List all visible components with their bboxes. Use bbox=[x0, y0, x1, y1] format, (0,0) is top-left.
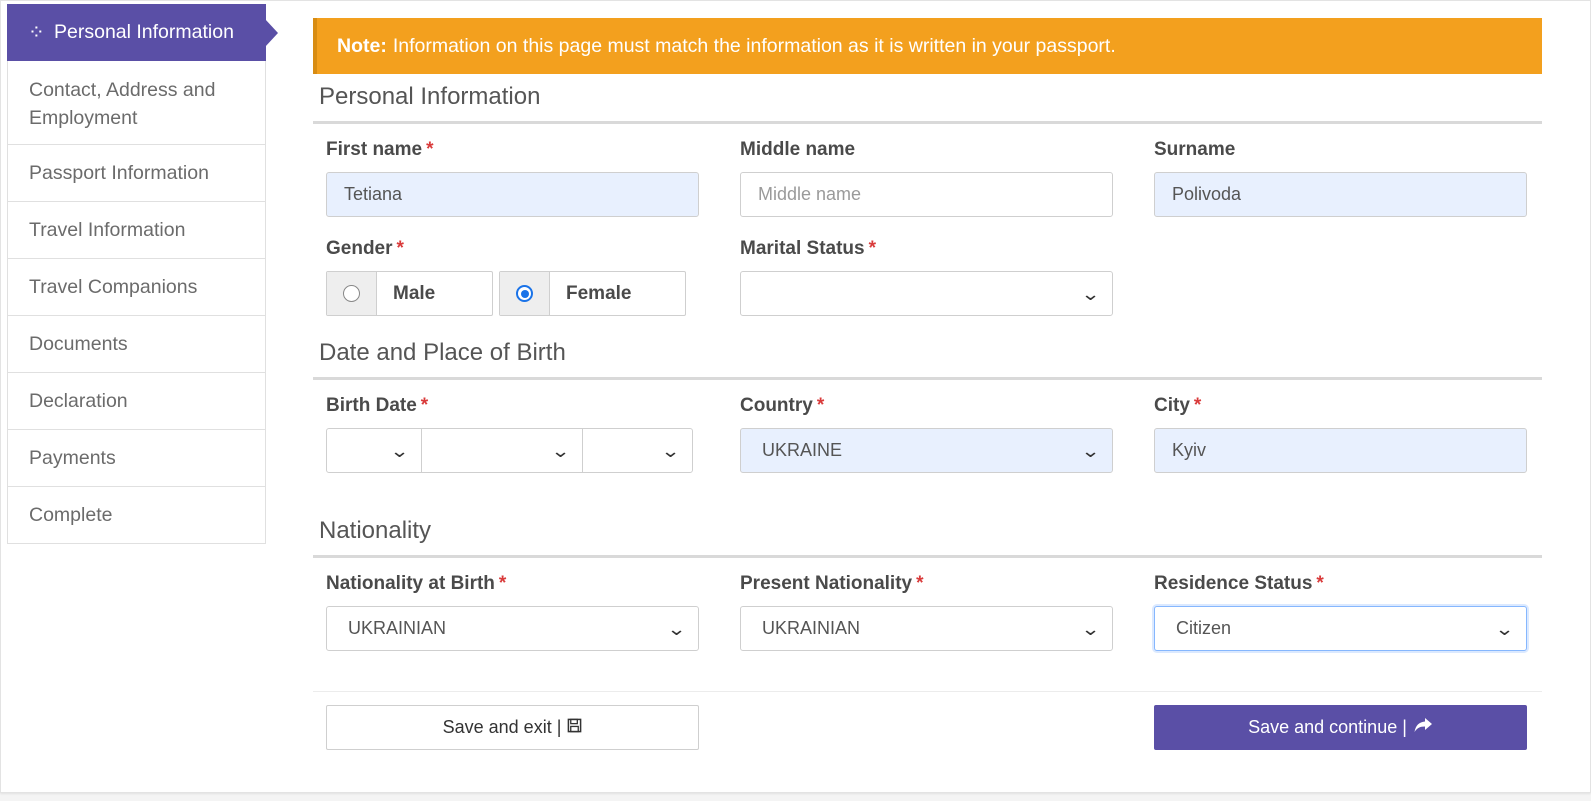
first-name-label: First name * bbox=[326, 139, 434, 160]
residence-status-label: Residence Status * bbox=[1154, 573, 1324, 594]
nationality-at-birth-value: UKRAINIAN bbox=[348, 618, 447, 638]
nationality-at-birth-select[interactable]: UKRAINIAN ⌄ bbox=[326, 606, 699, 651]
present-nationality-label: Present Nationality * bbox=[740, 573, 924, 594]
marital-status-select[interactable]: ⌄ bbox=[740, 271, 1113, 316]
chevron-down-icon: ⌄ bbox=[389, 441, 410, 461]
save-and-continue-button[interactable]: Save and continue | bbox=[1154, 705, 1527, 750]
present-nationality-select[interactable]: UKRAINIAN ⌄ bbox=[740, 606, 1113, 651]
save-and-exit-button[interactable]: Save and exit | bbox=[326, 705, 699, 750]
sidebar-item-label-line1: Contact, Address and bbox=[29, 78, 216, 101]
sidebar-item-contact-address-employment[interactable]: Contact, Address and Employment bbox=[7, 61, 266, 145]
required-marker: * bbox=[396, 238, 404, 259]
gender-label: Gender * bbox=[326, 238, 404, 259]
middle-name-label: Middle name bbox=[740, 139, 856, 160]
form-main: Note: Information on this page must matc… bbox=[313, 18, 1542, 758]
section-title-personal: Personal Information bbox=[313, 74, 1542, 124]
sidebar-item-complete[interactable]: Complete bbox=[7, 487, 266, 544]
radio-box bbox=[500, 272, 550, 315]
spinner-icon: ⁘ bbox=[28, 22, 45, 44]
step-sidebar: ⁘ Personal Information Contact, Address … bbox=[7, 4, 278, 544]
section-title-birth: Date and Place of Birth bbox=[313, 330, 1542, 380]
surname-label: Surname bbox=[1154, 139, 1236, 160]
personal-fields: First name * Tetiana Middle name Middle n… bbox=[313, 124, 1542, 330]
required-marker: * bbox=[420, 395, 429, 416]
birth-date-label: Birth Date * bbox=[326, 395, 429, 416]
gender-option-female[interactable]: Female bbox=[499, 271, 686, 316]
residence-status-select[interactable]: Citizen ⌄ bbox=[1154, 606, 1527, 651]
required-marker: * bbox=[916, 573, 924, 594]
birth-fields: Birth Date * ⌄ ⌄ ⌄ Country * UKRAINE ⌄ Cit… bbox=[313, 380, 1542, 508]
chevron-down-icon: ⌄ bbox=[1080, 284, 1101, 304]
gender-male-label: Male bbox=[393, 282, 436, 304]
radio-box bbox=[327, 272, 377, 315]
sidebar-item-travel-companions[interactable]: Travel Companions bbox=[7, 259, 266, 316]
present-nationality-value: UKRAINIAN bbox=[762, 618, 861, 638]
required-marker: * bbox=[1316, 573, 1324, 594]
sidebar-item-label: Passport Information bbox=[29, 161, 209, 184]
save-and-exit-label: Save and exit | bbox=[442, 717, 562, 737]
residence-status-value: Citizen bbox=[1176, 618, 1232, 638]
country-select[interactable]: UKRAINE ⌄ bbox=[740, 428, 1113, 473]
note-prefix: Note: bbox=[337, 34, 387, 57]
chevron-down-icon: ⌄ bbox=[1494, 619, 1515, 639]
sidebar-item-personal-information[interactable]: ⁘ Personal Information bbox=[7, 4, 278, 61]
gender-female-label: Female bbox=[566, 282, 632, 304]
city-label: City * bbox=[1154, 395, 1202, 416]
gender-option-male[interactable]: Male bbox=[326, 271, 493, 316]
sidebar-item-label: Travel Information bbox=[29, 218, 186, 241]
nationality-fields: Nationality at Birth * UKRAINIAN ⌄ Presen… bbox=[313, 558, 1542, 758]
city-input[interactable]: Kyiv bbox=[1154, 428, 1527, 473]
chevron-down-icon: ⌄ bbox=[666, 619, 687, 639]
surname-input[interactable]: Polivoda bbox=[1154, 172, 1527, 217]
middle-name-input[interactable]: Middle name bbox=[740, 172, 1113, 217]
sidebar-item-label: Documents bbox=[29, 332, 128, 355]
country-label: Country * bbox=[740, 395, 825, 416]
sidebar-item-label: Contact, Address and Employment bbox=[29, 76, 215, 132]
sidebar-item-declaration[interactable]: Declaration bbox=[7, 373, 266, 430]
application-form-page: ⁘ Personal Information Contact, Address … bbox=[0, 0, 1591, 793]
country-value: UKRAINE bbox=[762, 440, 843, 460]
passport-note-banner: Note: Information on this page must matc… bbox=[313, 18, 1542, 74]
sidebar-item-documents[interactable]: Documents bbox=[7, 316, 266, 373]
sidebar-item-payments[interactable]: Payments bbox=[7, 430, 266, 487]
chevron-down-icon: ⌄ bbox=[660, 441, 681, 461]
chevron-down-icon: ⌄ bbox=[550, 441, 571, 461]
sidebar-item-label: Payments bbox=[29, 446, 116, 469]
sidebar-item-passport-information[interactable]: Passport Information bbox=[7, 145, 266, 202]
required-marker: * bbox=[868, 238, 876, 259]
note-text: Information on this page must match the … bbox=[392, 34, 1116, 57]
birth-day-select[interactable]: ⌄ bbox=[326, 428, 422, 473]
required-marker: * bbox=[1193, 395, 1202, 416]
required-marker: * bbox=[498, 573, 507, 594]
actions-divider bbox=[313, 691, 1542, 692]
save-and-continue-label: Save and continue | bbox=[1248, 717, 1407, 737]
chevron-down-icon: ⌄ bbox=[1080, 619, 1101, 639]
birth-year-select[interactable]: ⌄ bbox=[582, 428, 693, 473]
sidebar-item-label: Declaration bbox=[29, 389, 128, 412]
chevron-down-icon: ⌄ bbox=[1080, 441, 1101, 461]
sidebar-item-label: Personal Information bbox=[54, 21, 234, 43]
sidebar-item-label-line2: Employment bbox=[29, 106, 138, 129]
share-arrow-icon bbox=[1413, 717, 1433, 738]
floppy-disk-icon bbox=[567, 718, 582, 738]
nationality-at-birth-label: Nationality at Birth * bbox=[326, 573, 507, 594]
sidebar-item-label: Travel Companions bbox=[29, 275, 198, 298]
required-marker: * bbox=[816, 395, 825, 416]
radio-female[interactable] bbox=[516, 285, 533, 302]
radio-male[interactable] bbox=[343, 285, 360, 302]
first-name-input[interactable]: Tetiana bbox=[326, 172, 699, 217]
sidebar-item-label: Complete bbox=[29, 503, 113, 526]
required-marker: * bbox=[426, 139, 434, 160]
sidebar-item-travel-information[interactable]: Travel Information bbox=[7, 202, 266, 259]
section-title-nationality: Nationality bbox=[313, 508, 1542, 558]
birth-month-select[interactable]: ⌄ bbox=[421, 428, 583, 473]
marital-status-label: Marital Status * bbox=[740, 238, 876, 259]
